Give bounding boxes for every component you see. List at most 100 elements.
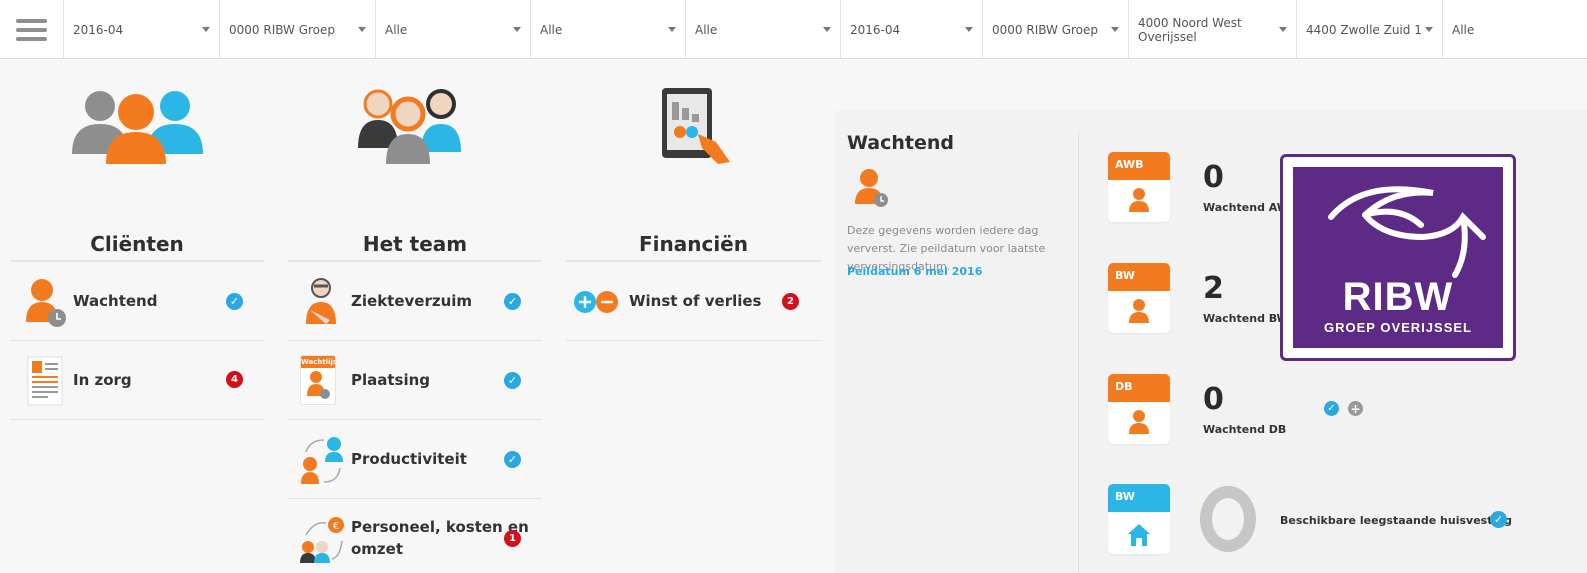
caret-down-icon <box>965 27 973 32</box>
filter-value: 4400 Zwolle Zuid 1 <box>1306 22 1422 37</box>
productivity-icon <box>301 437 343 484</box>
caret-down-icon <box>513 27 521 32</box>
waiting-list-icon: Wachtlijst <box>300 355 336 405</box>
tile-awb[interactable]: AWB <box>1108 152 1170 222</box>
filter-value: Alle <box>1452 22 1475 37</box>
check-icon[interactable]: ✓ <box>1324 401 1339 416</box>
status-check-icon: ✓ <box>226 293 243 310</box>
caret-down-icon <box>823 27 831 32</box>
filter-value: 0000 RIBW Groep <box>992 22 1099 37</box>
filter-bar: 2016-04 0000 RIBW Groep Alle Alle Alle 2… <box>0 0 1587 59</box>
list-item-productiviteit[interactable]: Productiviteit ✓ <box>288 420 542 499</box>
status-check-icon: ✓ <box>504 372 521 389</box>
donut-indicator <box>1200 486 1256 552</box>
list-item-plaatsing[interactable]: Wachtlijst Plaatsing ✓ <box>288 341 542 420</box>
label-line: omzet <box>351 540 404 558</box>
tile-label: AWB <box>1108 152 1170 180</box>
list-item-in-zorg[interactable]: In zorg 4 <box>10 341 264 420</box>
housing-label: Beschikbare leegstaande huisvesting <box>1280 514 1512 527</box>
list-item-winst-of-verlies[interactable]: Winst of verlies 2 <box>566 262 821 341</box>
filter-value: 2016-04 <box>850 22 901 37</box>
team-illustration-icon <box>358 89 461 164</box>
detail-title: Wachtend <box>847 132 954 154</box>
list-item-wachtend[interactable]: Wachtend ✓ <box>10 262 264 341</box>
caret-down-icon <box>202 27 210 32</box>
clients-illustration-icon <box>72 91 203 164</box>
list-item-ziekteverzuim[interactable]: Ziekteverzuim ✓ <box>288 262 542 341</box>
house-icon <box>1128 524 1150 546</box>
tile-label: BW <box>1108 484 1170 512</box>
waiting-list-label: Wachtlijst <box>301 356 335 368</box>
filter-region-2[interactable]: 4000 Noord West Overijssel <box>1129 0 1297 59</box>
filter-value: 4000 Noord West Overijssel <box>1138 15 1242 44</box>
ribw-logo: RIBW GROEP OVERIJSSEL <box>1280 154 1516 361</box>
list-item-label: Winst of verlies <box>629 292 762 310</box>
dashboard-overview: Cliënten Het team Financiën Wachtend ✓ I… <box>0 60 833 573</box>
caret-down-icon <box>358 27 366 32</box>
svg-text:€: € <box>333 521 339 532</box>
column-title-clients: Cliënten <box>90 232 184 256</box>
waiting-person-icon <box>307 371 330 399</box>
alert-count-badge: 4 <box>226 371 243 388</box>
person-icon <box>1129 410 1149 434</box>
list-item-label: Wachtend <box>73 292 158 310</box>
list-item-label: Ziekteverzuim <box>351 292 473 310</box>
plus-minus-icon <box>574 291 618 313</box>
list-item-personeel[interactable]: € Personeel, kosten en omzet 1 <box>288 499 542 573</box>
metric-value: 0 <box>1203 382 1224 417</box>
filter-value: Alle <box>385 22 408 37</box>
tile-bw[interactable]: BW <box>1108 263 1170 333</box>
list-item-label: Productiviteit <box>351 450 467 468</box>
filter-organisation[interactable]: 0000 RIBW Groep <box>220 0 376 59</box>
finance-tablet-icon <box>662 88 730 164</box>
detail-panel: Wachtend Deze gegevens worden iedere dag… <box>835 110 1587 573</box>
list-item-label: In zorg <box>73 371 132 389</box>
logo-background: RIBW GROEP OVERIJSSEL <box>1293 167 1503 348</box>
logo-brand: RIBW <box>1342 275 1454 319</box>
filter-period[interactable]: 2016-04 <box>64 0 220 59</box>
metric-label: Wachtend DB <box>1203 423 1287 436</box>
tile-housing[interactable]: BW <box>1108 484 1170 554</box>
metric-value: 2 <box>1203 271 1224 306</box>
filter-period-2[interactable]: 2016-04 <box>841 0 983 59</box>
logo-figure-icon <box>1328 186 1486 278</box>
filter-team[interactable]: Alle <box>686 0 841 59</box>
person-icon <box>1129 188 1149 212</box>
logo-subtitle: GROEP OVERIJSSEL <box>1324 320 1472 335</box>
caret-down-icon <box>1111 27 1119 32</box>
caret-down-icon <box>668 27 676 32</box>
status-check-icon: ✓ <box>504 293 521 310</box>
filter-team-2[interactable]: Alle <box>1443 0 1587 59</box>
label-line: Personeel, kosten en <box>351 518 529 536</box>
personnel-costs-icon: € <box>300 517 344 563</box>
filter-value: 2016-04 <box>73 22 124 37</box>
person-icon <box>1129 299 1149 323</box>
filter-location[interactable]: Alle <box>531 0 686 59</box>
filter-value: Alle <box>540 22 563 37</box>
metric-value: 0 <box>1203 160 1224 195</box>
column-title-team: Het team <box>362 232 468 256</box>
tile-label: BW <box>1108 263 1170 291</box>
filter-location-2[interactable]: 4400 Zwolle Zuid 1 <box>1297 0 1443 59</box>
alert-count-badge: 1 <box>504 530 521 547</box>
list-item-label: Personeel, kosten en omzet <box>351 516 529 560</box>
tile-db[interactable]: DB <box>1108 374 1170 444</box>
alert-count-badge: 2 <box>782 293 799 310</box>
filter-organisation-2[interactable]: 0000 RIBW Groep <box>983 0 1129 59</box>
status-check-icon: ✓ <box>1490 511 1507 528</box>
column-title-finance: Financiën <box>638 232 748 256</box>
filter-region[interactable]: Alle <box>376 0 531 59</box>
filter-value: Alle <box>695 22 718 37</box>
tile-label: DB <box>1108 374 1170 402</box>
list-item-label: Plaatsing <box>351 371 431 389</box>
metric-label: Wachtend BW <box>1203 312 1289 325</box>
menu-button[interactable] <box>0 0 64 59</box>
waiting-person-icon <box>855 169 888 207</box>
filter-value: 0000 RIBW Groep <box>229 22 336 37</box>
status-check-icon: ✓ <box>504 451 521 468</box>
caret-down-icon <box>1279 27 1287 32</box>
sick-person-icon <box>306 278 336 324</box>
peildatum-link[interactable]: Peildatum 6 mei 2016 <box>847 265 982 278</box>
add-icon[interactable]: + <box>1348 401 1363 416</box>
hamburger-icon <box>16 18 47 41</box>
